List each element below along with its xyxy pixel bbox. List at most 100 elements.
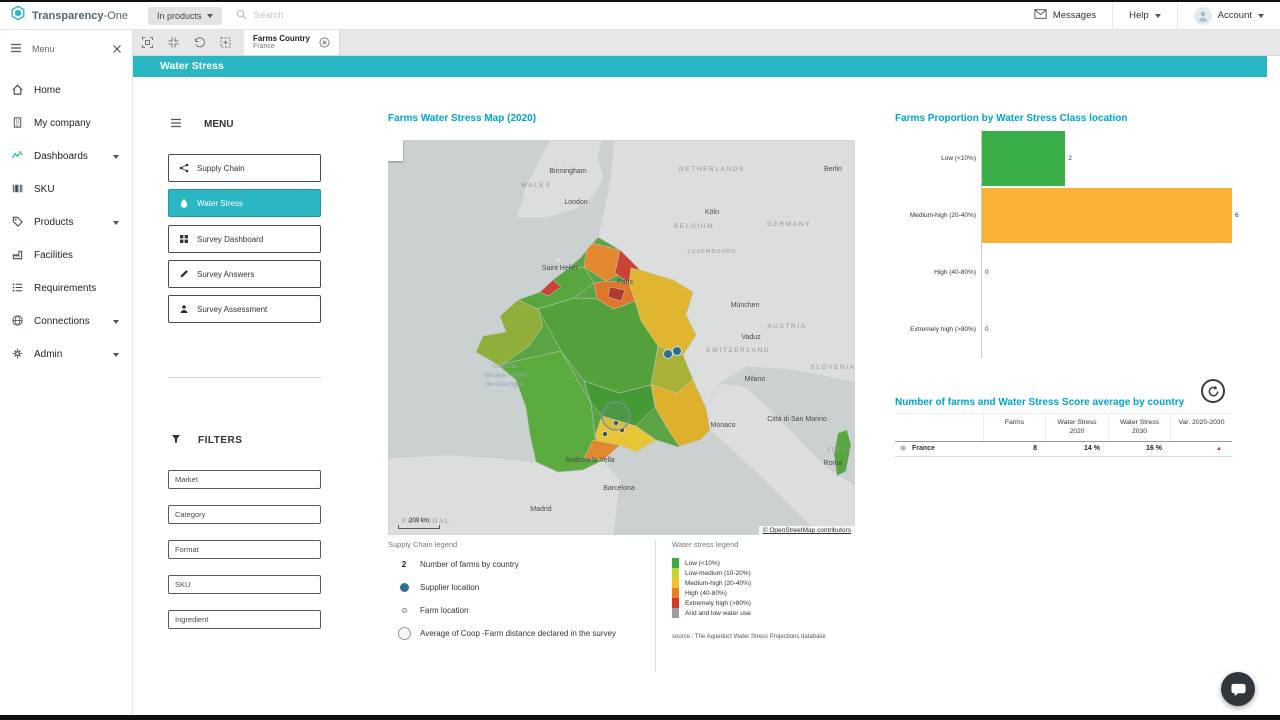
water-legend-item: Extremely high (>80%) — [672, 598, 912, 608]
filter-format-input[interactable] — [168, 540, 321, 559]
legend-color-swatch — [672, 598, 679, 608]
table-row-france[interactable]: France 8 14 % 16 % ▲ — [895, 442, 1232, 457]
filter-market-input[interactable] — [168, 470, 321, 489]
column-header-ws2020: Water Stress 2020 — [1045, 414, 1108, 441]
map-label: AUSTRIA — [767, 323, 806, 330]
map-label: Köln — [705, 209, 719, 216]
tab-close-icon[interactable] — [319, 37, 330, 48]
chat-widget-button[interactable] — [1221, 672, 1255, 706]
average-distance-circle[interactable] — [601, 401, 631, 431]
filter-funnel-icon — [171, 434, 181, 447]
close-icon[interactable] — [112, 44, 122, 54]
sidebar-item-products[interactable]: Products — [0, 206, 132, 239]
menu-button-water-stress[interactable]: Water Stress — [168, 189, 321, 217]
global-search — [236, 7, 382, 25]
menu-button-survey-dashboard[interactable]: Survey Dashboard — [168, 225, 321, 253]
column-header — [895, 414, 983, 441]
bar[interactable] — [982, 131, 1066, 186]
refresh-button[interactable] — [1201, 379, 1225, 403]
chevron-down-icon — [113, 352, 119, 357]
map-zoom-control[interactable] — [388, 140, 403, 161]
home-icon — [11, 83, 24, 99]
filter-sku-input[interactable] — [168, 575, 321, 594]
search-scope-dropdown[interactable]: In products — [148, 6, 222, 25]
map-label: Città di San Marino — [767, 416, 827, 423]
sidebar-item-dashboards[interactable]: Dashboards — [0, 140, 132, 173]
bar-category-label: Low (<10%) — [941, 155, 976, 162]
tab-subtitle: France — [253, 43, 275, 51]
map-label: Vaduz — [741, 334, 761, 341]
water-stress-legend: Water stress legend Low (<10%) Low-medium… — [672, 540, 912, 640]
sidebar-item-sku[interactable]: SKU — [0, 173, 132, 206]
menu-button-survey-assessment[interactable]: Survey Assessment — [168, 295, 321, 323]
sidebar-item-my-company[interactable]: My company — [0, 107, 132, 140]
supplier-dot-marker — [399, 583, 409, 592]
legend-item-supplier: Supplier location — [388, 581, 646, 594]
sidebar-item-label: My company — [34, 118, 91, 129]
panel-menu-title: MENU — [204, 119, 234, 130]
topbar-right: Messages Help Account — [1018, 2, 1280, 29]
collapse-view-icon[interactable] — [167, 36, 180, 49]
sidebar-item-home[interactable]: Home — [0, 74, 132, 107]
bar-track: 0 — [981, 244, 1240, 301]
brand-name-left: Transparency — [32, 9, 104, 22]
map-label: NETHERLANDS — [679, 166, 745, 173]
reset-view-icon[interactable] — [193, 36, 206, 49]
bar[interactable] — [982, 188, 1232, 243]
bar-chart-row: Extremely high (>80%) 0 — [895, 301, 1240, 358]
sidebar-item-label: Home — [34, 85, 61, 96]
filter-ingredient-input[interactable] — [168, 610, 321, 629]
brand-logo[interactable]: Transparency-One — [10, 5, 128, 26]
legend-label: Extremely high (>80%) — [685, 599, 751, 607]
sidebar-header: Menu — [0, 36, 132, 62]
map-label: Barcelona — [603, 485, 635, 492]
map-land-jersey — [556, 258, 560, 262]
ws2020-cell: 14 % — [1084, 445, 1100, 453]
filter-category-input[interactable] — [168, 505, 321, 524]
menu-button-supply-chain[interactable]: Supply Chain — [168, 154, 321, 182]
map-canvas[interactable]: Birmingham WALES London NETHERLANDS Berlin Kö… — [388, 140, 855, 535]
menu-button-label: Survey Answers — [197, 269, 255, 279]
water-legend-title: Water stress legend — [672, 540, 739, 549]
account-menu[interactable]: Account — [1178, 2, 1280, 29]
sidebar-item-facilities[interactable]: Facilities — [0, 239, 132, 272]
legend-color-swatch — [672, 608, 679, 618]
help-menu[interactable]: Help — [1113, 2, 1177, 29]
chevron-down-icon — [1258, 13, 1264, 18]
search-input[interactable] — [251, 9, 382, 22]
map-attribution[interactable]: © OpenStreetMap contributors — [758, 526, 855, 535]
map-label: London — [564, 199, 587, 206]
sidebar-item-requirements[interactable]: Requirements — [0, 272, 132, 305]
zoom-to-fit-icon[interactable] — [141, 36, 154, 49]
map-label: Saint Helier — [542, 265, 579, 272]
chat-bubble-icon — [1230, 683, 1246, 696]
tab-farms-country[interactable]: Farms Country France — [244, 30, 340, 55]
hamburger-icon[interactable] — [10, 40, 22, 58]
menu-button-survey-answers[interactable]: Survey Answers — [168, 260, 321, 288]
map-scale-bar — [398, 525, 440, 529]
supplier-marker[interactable] — [663, 349, 673, 359]
search-scope-label: In products — [157, 10, 202, 21]
messages-button[interactable]: Messages — [1018, 2, 1112, 29]
pencil-icon — [180, 270, 188, 278]
hamburger-icon[interactable] — [170, 118, 182, 131]
sidebar-item-connections[interactable]: Connections — [0, 305, 132, 338]
supplier-marker[interactable] — [672, 346, 682, 356]
farm-dot-marker — [401, 608, 407, 613]
expand-view-icon[interactable] — [219, 36, 232, 49]
sidebar-item-admin[interactable]: Admin — [0, 338, 132, 371]
refresh-icon — [1208, 385, 1218, 396]
map-scale-label: 200 km — [409, 518, 429, 524]
sidebar-item-label: Admin — [34, 349, 63, 360]
map-label: Vizcaya - Golfe — [483, 372, 527, 379]
farm-marker[interactable] — [602, 431, 608, 437]
map-label: SWITZERLAND — [706, 347, 770, 354]
factory-icon — [11, 248, 24, 264]
farms-table-title: Number of farms and Water Stress Score a… — [895, 397, 1185, 408]
bar-category-label: Medium-high (20-40%) — [909, 212, 976, 219]
map-label: GERMANY — [767, 221, 811, 228]
bar-chart-row: High (40-80%) 0 — [895, 244, 1240, 301]
sidebar-item-label: Dashboards — [34, 151, 88, 162]
water-stress-map[interactable]: Birmingham WALES London NETHERLANDS Berlin Kö… — [388, 140, 855, 535]
row-gear-icon[interactable] — [899, 444, 907, 454]
